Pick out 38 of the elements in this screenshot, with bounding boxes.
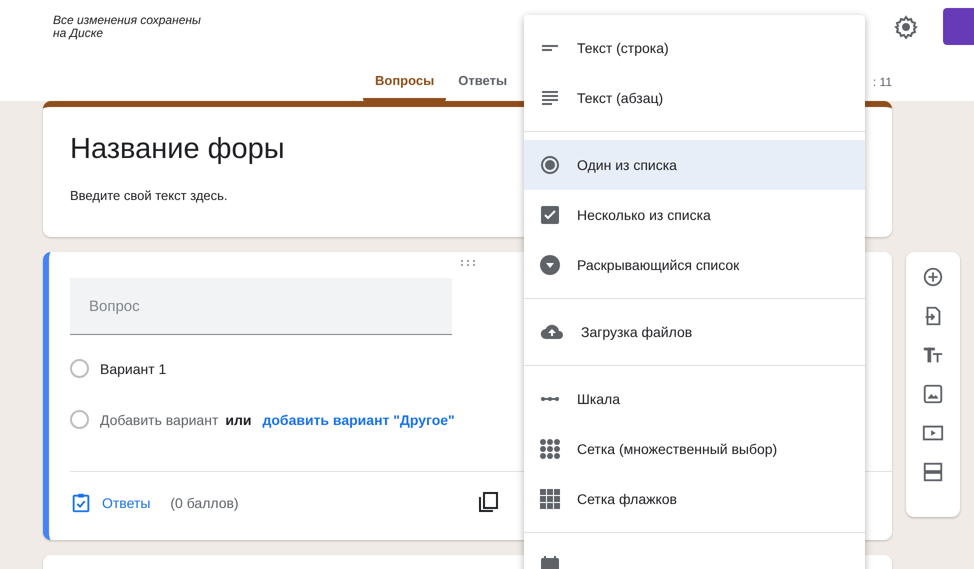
menu-item[interactable]: Один из списка — [524, 140, 865, 190]
question-field[interactable]: Вопрос — [70, 278, 452, 335]
short-text-icon — [542, 45, 558, 51]
copy-icon — [476, 490, 500, 514]
section-icon — [922, 461, 944, 483]
form-title: Название форы — [70, 133, 285, 166]
clipboard-check-icon — [70, 492, 92, 514]
option-label: Вариант 1 — [100, 360, 166, 376]
settings-icon[interactable] — [894, 15, 918, 39]
drag-handle-icon[interactable] — [460, 259, 476, 267]
radio-icon — [538, 153, 562, 177]
add-option-link[interactable]: Добавить вариант — [100, 412, 218, 428]
scale-icon — [541, 397, 559, 401]
checkbox-icon — [538, 203, 562, 227]
form-description: Введите свой текст здесь. — [70, 188, 229, 203]
dot-grid-icon — [538, 437, 562, 461]
tab[interactable]: Ответы — [446, 73, 520, 101]
radio-button[interactable] — [70, 410, 89, 429]
image-icon — [922, 383, 944, 405]
or-label: или — [225, 412, 252, 428]
menu-item[interactable]: Раскрывающийся список — [524, 240, 865, 290]
total-points: : 11 — [872, 75, 892, 89]
menu-item[interactable]: Несколько из списка — [524, 190, 865, 240]
square-grid-icon — [538, 487, 562, 511]
add-other-link[interactable]: добавить вариант "Другое" — [262, 412, 455, 428]
menu-item[interactable]: Сетка флажков — [524, 474, 865, 524]
points-label: (0 баллов) — [170, 495, 239, 511]
dropdown-icon — [538, 253, 562, 277]
menu-item[interactable]: Шкала — [524, 374, 865, 424]
menu-item[interactable]: Текст (строка) — [524, 23, 865, 73]
menu-item[interactable]: Текст (абзац) — [524, 73, 865, 123]
send-button[interactable] — [943, 8, 974, 45]
radio-button[interactable] — [70, 359, 89, 378]
menu-item[interactable]: Загрузка файлов — [524, 307, 865, 357]
add-icon — [922, 266, 944, 288]
answer-key-link[interactable]: Ответы — [102, 495, 150, 511]
save-status: Все изменения сохранены на Диске — [52, 12, 201, 40]
menu-item[interactable]: Сетка (множественный выбор) — [524, 424, 865, 474]
